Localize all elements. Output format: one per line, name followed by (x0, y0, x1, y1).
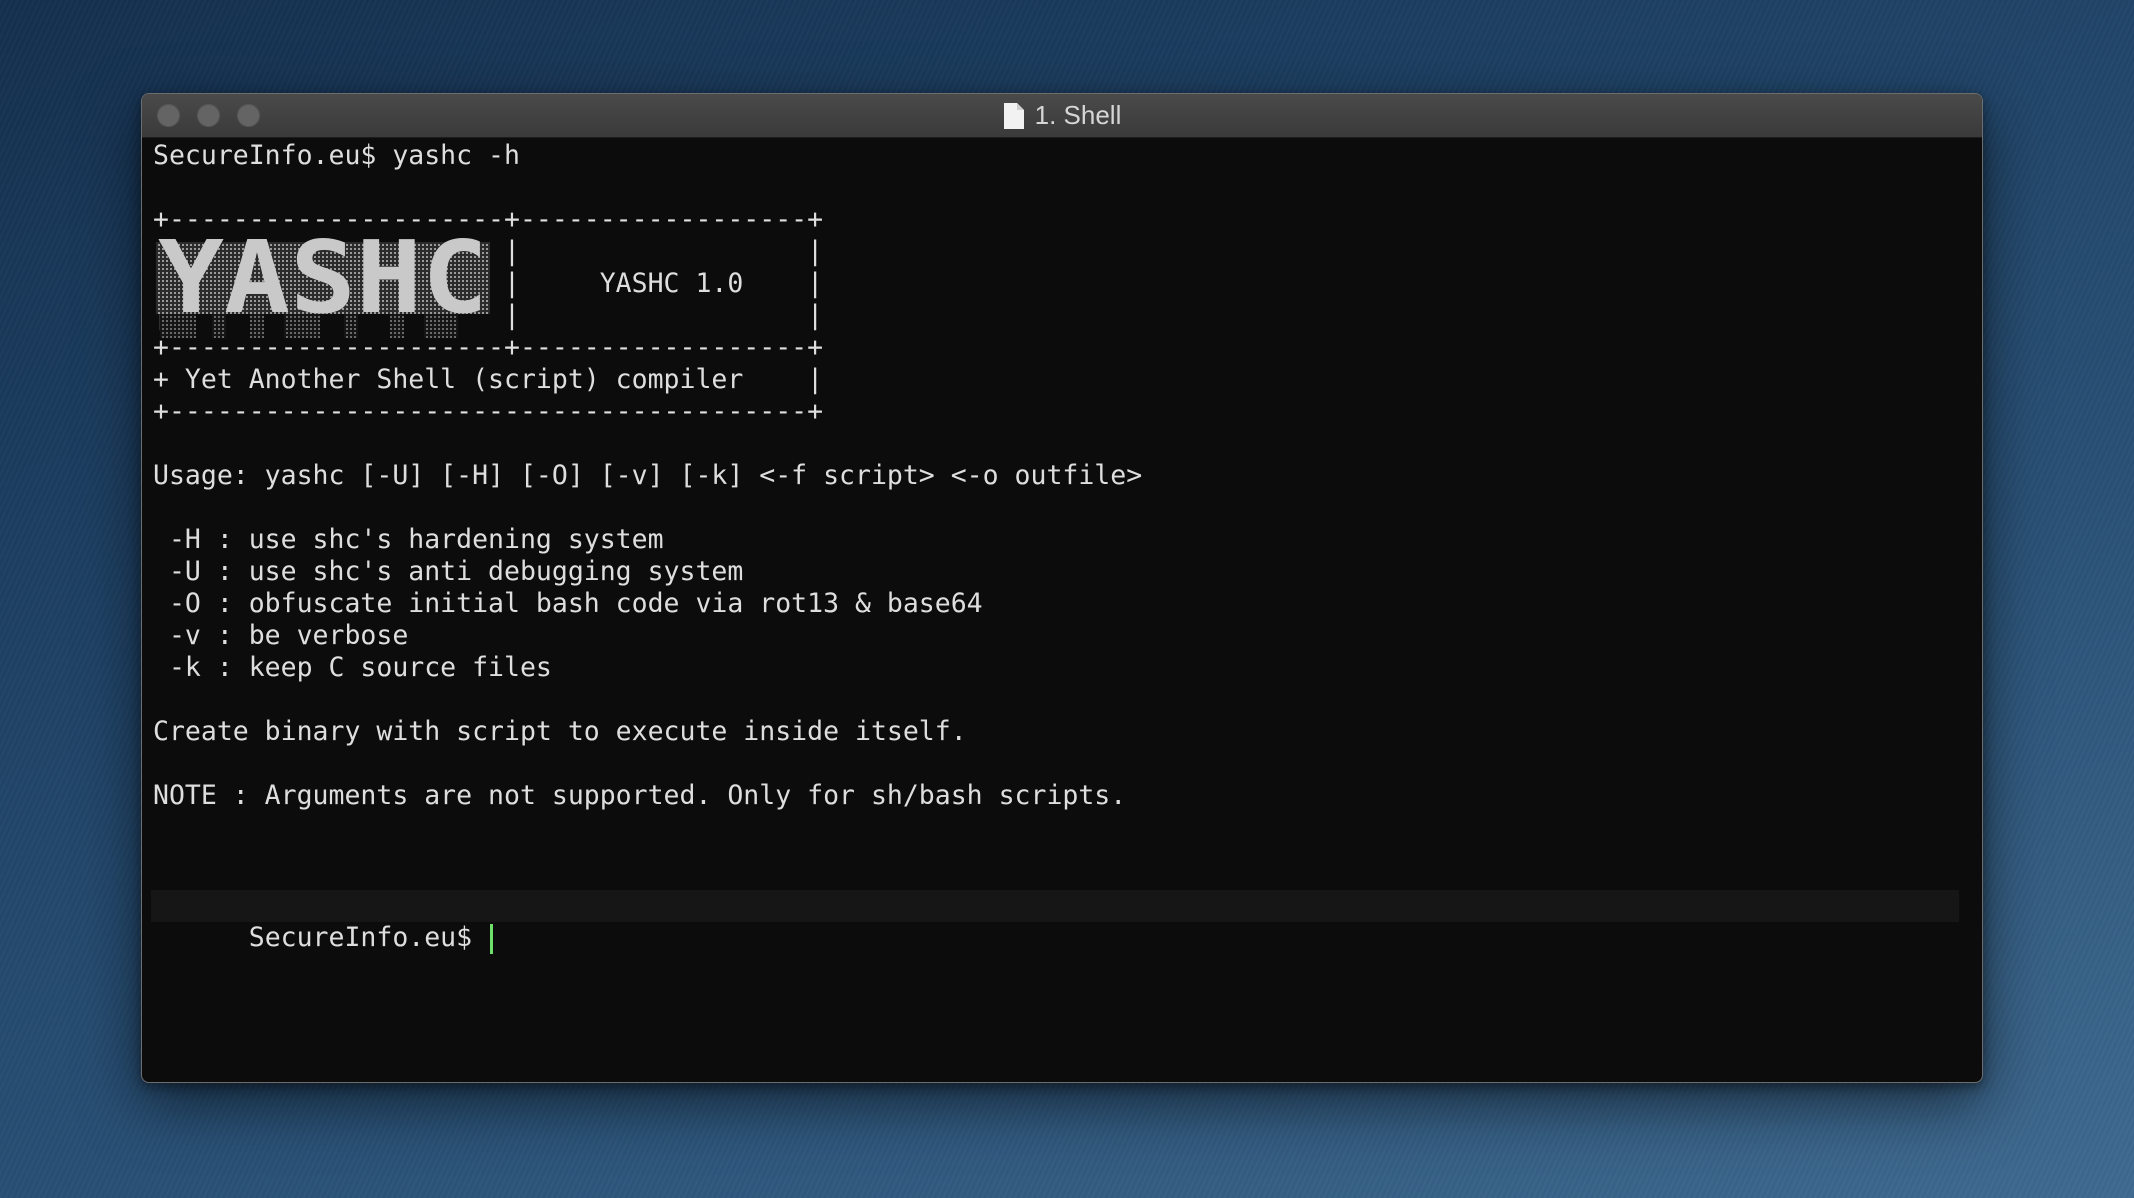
terminal-line: Usage: yashc [-U] [-H] [-O] [-v] [-k] <-… (153, 460, 1143, 491)
terminal-line: -k : keep C source files (153, 652, 552, 683)
terminal-line: Create binary with script to execute ins… (153, 716, 967, 747)
yashc-logo-art: YASHC (156, 219, 490, 338)
terminal-line: NOTE : Arguments are not supported. Only… (153, 780, 1127, 811)
title-bar[interactable]: 1. Shell (142, 94, 1982, 138)
yashc-ascii-logo: YASHC (154, 219, 492, 342)
command-prompt-line[interactable]: SecureInfo.eu$ (153, 890, 494, 954)
terminal-line: -U : use shc's anti debugging system (153, 556, 744, 587)
terminal-line: + Yet Another Shell (script) compiler | (153, 364, 824, 395)
terminal-line: SecureInfo.eu$ yashc -h (153, 140, 520, 171)
document-icon (1003, 102, 1025, 130)
terminal-line: -O : obfuscate initial bash code via rot… (153, 588, 983, 619)
terminal-line: +---------------------+-----------------… (153, 204, 824, 235)
prompt-text: SecureInfo.eu$ (248, 922, 489, 953)
logo-text: YASHC (158, 236, 488, 336)
window-title-area: 1. Shell (142, 94, 1982, 137)
terminal-line: +---------------------------------------… (153, 396, 824, 427)
terminal-output[interactable]: SecureInfo.eu$ yashc -h +---------------… (142, 138, 1982, 1082)
window-title: 1. Shell (1034, 100, 1122, 130)
terminal-line: -H : use shc's hardening system (153, 524, 664, 555)
text-cursor (490, 923, 494, 954)
terminal-line: -v : be verbose (153, 620, 409, 651)
terminal-window[interactable]: 1. Shell SecureInfo.eu$ yashc -h +------… (141, 93, 1983, 1083)
